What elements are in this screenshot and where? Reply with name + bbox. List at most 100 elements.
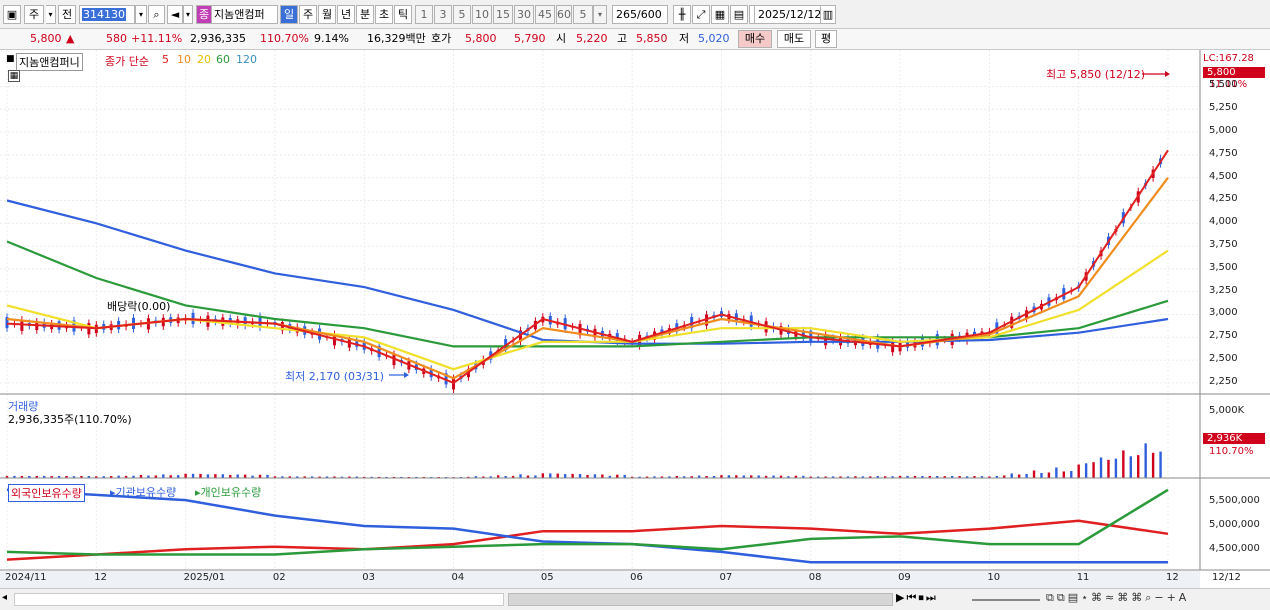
volume-bar <box>1129 456 1132 478</box>
volume-bar <box>1107 459 1110 478</box>
low-annotation: 최저 2,170 (03/31) <box>285 370 385 383</box>
x-tick: 09 <box>898 572 911 583</box>
save-icon[interactable]: ▤ <box>730 5 748 24</box>
scroll-left-icon[interactable]: ◂ <box>2 592 14 607</box>
volume-bar <box>214 474 217 478</box>
chart-tool-icons[interactable]: ⧉⧉▤⋆⌘≈⌘⌘⌕−+A <box>1046 591 1268 605</box>
calendar-icon[interactable]: ▥ <box>820 5 836 24</box>
bottom-bar: ◂ ▶⏮⏹⏭ ⧉⧉▤⋆⌘≈⌘⌘⌕−+A <box>0 588 1270 610</box>
chart-toolbar: ▣ 주 ▾ 전 314130 ▾ ⌕ ◄ ▾ 종 지놈앤컴퍼 일 주 월 년 분… <box>0 0 1270 29</box>
volume-bar <box>563 474 567 478</box>
volume-bar <box>1099 457 1103 478</box>
x-tick: 05 <box>540 572 554 583</box>
interval-dropdown-icon[interactable]: ▾ <box>593 5 607 24</box>
code-dropdown-icon[interactable]: ▾ <box>135 5 147 24</box>
volume-bar <box>1077 464 1080 478</box>
table-toggle-icon[interactable]: ▦ <box>8 70 20 82</box>
volume-bar <box>191 473 195 478</box>
x-tick: 12 <box>94 572 108 583</box>
holdings-inst-text: 기관보유수량 <box>115 486 177 499</box>
speaker-icon[interactable]: ◄ <box>167 5 183 24</box>
volume-bar <box>184 473 187 478</box>
period-tab-year[interactable]: 년 <box>337 5 355 24</box>
volume-bar <box>1070 470 1073 478</box>
market-selector[interactable]: 주 <box>24 5 44 24</box>
quote-bar: 5,800 ▲ 580 +11.11% 2,936,335 110.70% 9.… <box>0 29 1270 50</box>
horizontal-scrollbar[interactable] <box>14 593 504 606</box>
volume-bar <box>1055 467 1058 478</box>
holdings-foreign-label[interactable]: 외국인보유수량 <box>8 484 85 502</box>
minute-option[interactable]: 3 <box>434 5 452 24</box>
minute-option[interactable]: 60 <box>556 5 572 24</box>
period-tab-minute[interactable]: 분 <box>356 5 374 24</box>
ask-price: 5,800 <box>465 32 497 45</box>
stock-code-input[interactable]: 314130 <box>79 5 135 24</box>
high-price: 5,850 <box>636 32 668 45</box>
volume-bar <box>519 474 522 478</box>
period-tab-tick[interactable]: 틱 <box>394 5 412 24</box>
price-legend-title: 종가 단순 <box>105 55 149 68</box>
volume-bar <box>1017 474 1021 478</box>
playback-controls[interactable]: ▶⏮⏹⏭ <box>896 591 966 605</box>
volume-axis-top: 5,000K <box>1209 405 1245 416</box>
price-change-pct: +11.11% <box>131 32 183 45</box>
x-tick: 03 <box>362 572 375 583</box>
date-input[interactable]: 2025/12/12 <box>754 5 821 24</box>
scrollbar-thumb[interactable] <box>508 593 893 606</box>
candle-type-icon[interactable]: ╫ <box>673 5 691 24</box>
volume-bar <box>556 473 559 478</box>
volume-bar <box>1062 471 1066 478</box>
flat-button[interactable]: 평 <box>815 30 837 48</box>
price-tick: 3,500 <box>1209 261 1238 273</box>
prev-button[interactable]: 전 <box>58 5 76 24</box>
interval-input[interactable]: 5 <box>573 5 593 24</box>
minute-option[interactable]: 45 <box>535 5 555 24</box>
lc-label: LC:167.28 <box>1203 53 1254 64</box>
price-tick: 3,250 <box>1209 284 1238 296</box>
line-tool-icon[interactable]: ⤢ <box>692 5 710 24</box>
legend-marker-icon: ■ <box>6 54 15 64</box>
volume-value: 2,936,335 <box>190 32 246 45</box>
turnover-rate: 9.14% <box>314 32 349 45</box>
period-tab-day[interactable]: 일 <box>280 5 298 24</box>
volume-bar <box>1040 472 1043 478</box>
sell-button[interactable]: 매도 <box>777 30 811 48</box>
volume-bar <box>1151 452 1155 478</box>
x-tick: 07 <box>719 572 733 583</box>
current-price-marker: 5,800 <box>1203 67 1265 78</box>
grid-icon[interactable]: ▦ <box>711 5 729 24</box>
zoom-slider[interactable] <box>972 599 1040 601</box>
period-tab-month[interactable]: 월 <box>318 5 336 24</box>
market-dropdown-icon[interactable]: ▾ <box>46 5 56 24</box>
x-tick: 12 <box>1166 572 1179 583</box>
volume-bar <box>571 473 574 478</box>
volume-bar <box>236 474 239 478</box>
high-annotation: 최고 5,850 (12/12) <box>1046 68 1146 81</box>
period-tab-second[interactable]: 초 <box>375 5 393 24</box>
volume-bar <box>1159 451 1162 478</box>
speaker-dropdown-icon[interactable]: ▾ <box>183 5 193 24</box>
price-legend-name[interactable]: 지놈앤컴퍼니 <box>16 53 83 71</box>
chart-menu-icon[interactable]: ▣ <box>3 5 21 24</box>
minute-option[interactable]: 5 <box>453 5 471 24</box>
data-count-field[interactable]: 265/600 <box>612 5 668 24</box>
minute-option[interactable]: 1 <box>415 5 433 24</box>
ma-5-label: 5 <box>162 53 169 66</box>
x-tick: 2025/01 <box>183 572 226 583</box>
price-tick: 4,250 <box>1209 193 1238 205</box>
buy-button[interactable]: 매수 <box>738 30 772 48</box>
trade-amount: 16,329백만 <box>367 32 426 45</box>
minute-option[interactable]: 10 <box>472 5 492 24</box>
volume-current-pct: 110.70% <box>1209 446 1254 457</box>
minute-option[interactable]: 30 <box>514 5 534 24</box>
open-price: 5,220 <box>576 32 608 45</box>
period-tab-week[interactable]: 주 <box>299 5 317 24</box>
minute-option[interactable]: 15 <box>493 5 513 24</box>
x-tick: 04 <box>451 572 465 583</box>
search-icon[interactable]: ⌕ <box>148 5 165 24</box>
ma-60-label: 60 <box>216 53 230 66</box>
volume-bar <box>1137 455 1140 478</box>
stock-chart[interactable] <box>0 50 1270 588</box>
volume-bar <box>1010 473 1013 478</box>
volume-bar <box>1144 443 1147 478</box>
